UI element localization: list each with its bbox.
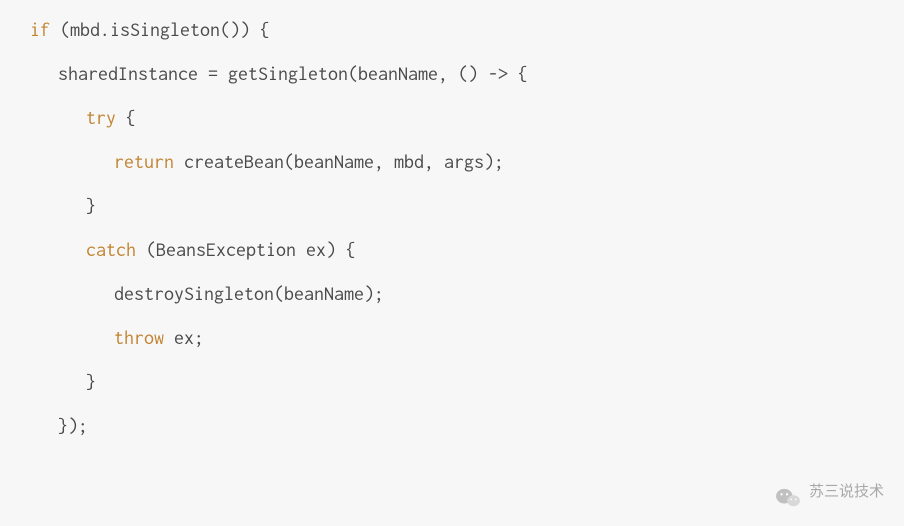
code-text: }); [58,415,88,436]
code-text: } [86,371,96,392]
wechat-icon [775,481,801,503]
code-line: throw ex; [30,316,874,360]
code-text: sharedInstance = getSingleton(beanName, … [58,63,528,84]
code-line: } [30,360,874,404]
watermark: 苏三说技术 [775,475,884,508]
code-text: (mbd.isSingleton()) { [50,19,270,40]
code-line: try { [30,96,874,140]
keyword-try: try [86,107,116,128]
code-text: createBean(beanName, mbd, args); [174,151,504,172]
code-line: }); [30,404,874,448]
code-block: if (mbd.isSingleton()) { sharedInstance … [0,0,904,456]
code-line: destroySingleton(beanName); [30,272,874,316]
code-text: ex; [164,327,204,348]
code-line: catch (BeansException ex) { [30,228,874,272]
watermark-text: 苏三说技术 [809,475,884,508]
code-line: sharedInstance = getSingleton(beanName, … [30,52,874,96]
code-line: return createBean(beanName, mbd, args); [30,140,874,184]
code-text: { [116,107,136,128]
code-text: } [86,195,96,216]
code-line: if (mbd.isSingleton()) { [30,8,874,52]
code-text: destroySingleton(beanName); [114,283,384,304]
keyword-if: if [30,19,50,40]
keyword-throw: throw [114,327,164,348]
keyword-return: return [114,151,174,172]
keyword-catch: catch [86,239,136,260]
code-line: } [30,184,874,228]
code-text: (BeansException ex) { [136,239,356,260]
